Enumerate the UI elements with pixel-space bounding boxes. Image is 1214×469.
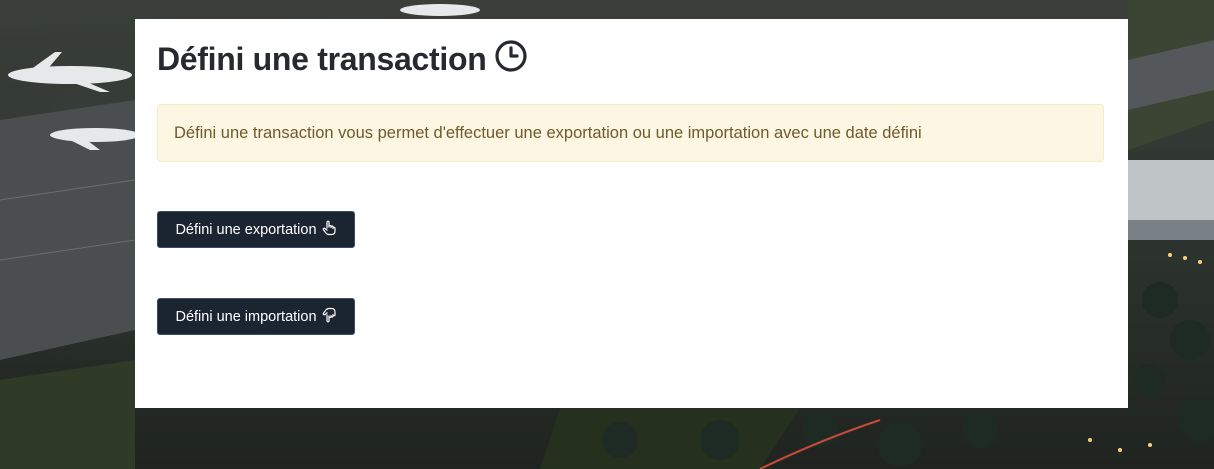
define-import-button[interactable]: Défini une importation xyxy=(157,298,355,335)
clock-icon xyxy=(494,39,528,73)
hand-point-up-icon xyxy=(321,220,337,240)
define-import-label: Défini une importation xyxy=(175,308,317,325)
info-alert-text: Défini une transaction vous permet d'eff… xyxy=(174,123,922,142)
define-export-label: Défini une exportation xyxy=(175,221,317,238)
transaction-card: Défini une transaction Défini une transa… xyxy=(135,19,1128,408)
page-title: Défini une transaction xyxy=(157,39,528,78)
page-title-text: Défini une transaction xyxy=(157,41,487,77)
define-export-button[interactable]: Défini une exportation xyxy=(157,211,355,248)
hand-point-down-icon xyxy=(321,307,337,327)
info-alert: Défini une transaction vous permet d'eff… xyxy=(157,104,1104,162)
